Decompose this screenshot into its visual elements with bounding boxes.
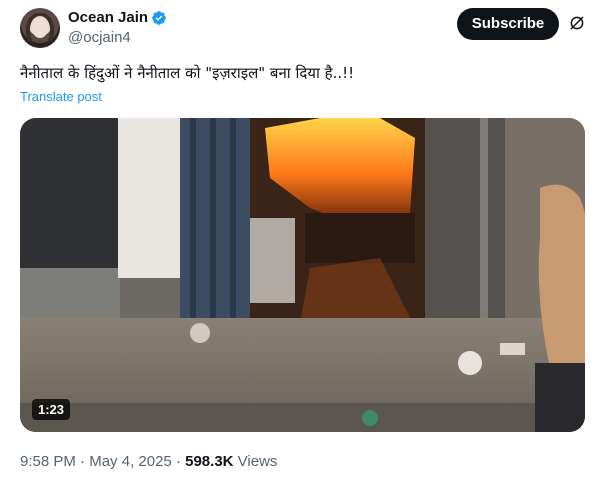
video-frame bbox=[20, 118, 585, 432]
translate-post-link[interactable]: Translate post bbox=[20, 89, 102, 104]
video-player[interactable]: 1:23 bbox=[20, 118, 585, 432]
avatar[interactable] bbox=[20, 8, 60, 48]
verified-badge-icon bbox=[152, 11, 166, 25]
user-handle[interactable]: @ocjain4 bbox=[68, 28, 131, 48]
grok-icon[interactable] bbox=[568, 14, 586, 32]
post-time[interactable]: 9:58 PM bbox=[20, 453, 76, 470]
tweet-text: नैनीताल के हिंदुओं ने नैनीताल को "इज़राइ… bbox=[20, 64, 355, 82]
views-count: 598.3K bbox=[185, 453, 234, 470]
meta-separator: · bbox=[80, 453, 86, 470]
meta-separator-2: · bbox=[175, 453, 181, 470]
avatar-face bbox=[32, 18, 48, 38]
views-label: Views bbox=[237, 453, 278, 470]
display-name[interactable]: Ocean Jain bbox=[68, 8, 148, 28]
video-duration-badge: 1:23 bbox=[32, 399, 71, 420]
tweet-meta: 9:58 PM · May 4, 2025 · 598.3K Views bbox=[20, 453, 277, 470]
subscribe-button[interactable]: Subscribe bbox=[457, 8, 559, 40]
post-date[interactable]: May 4, 2025 bbox=[89, 453, 172, 470]
